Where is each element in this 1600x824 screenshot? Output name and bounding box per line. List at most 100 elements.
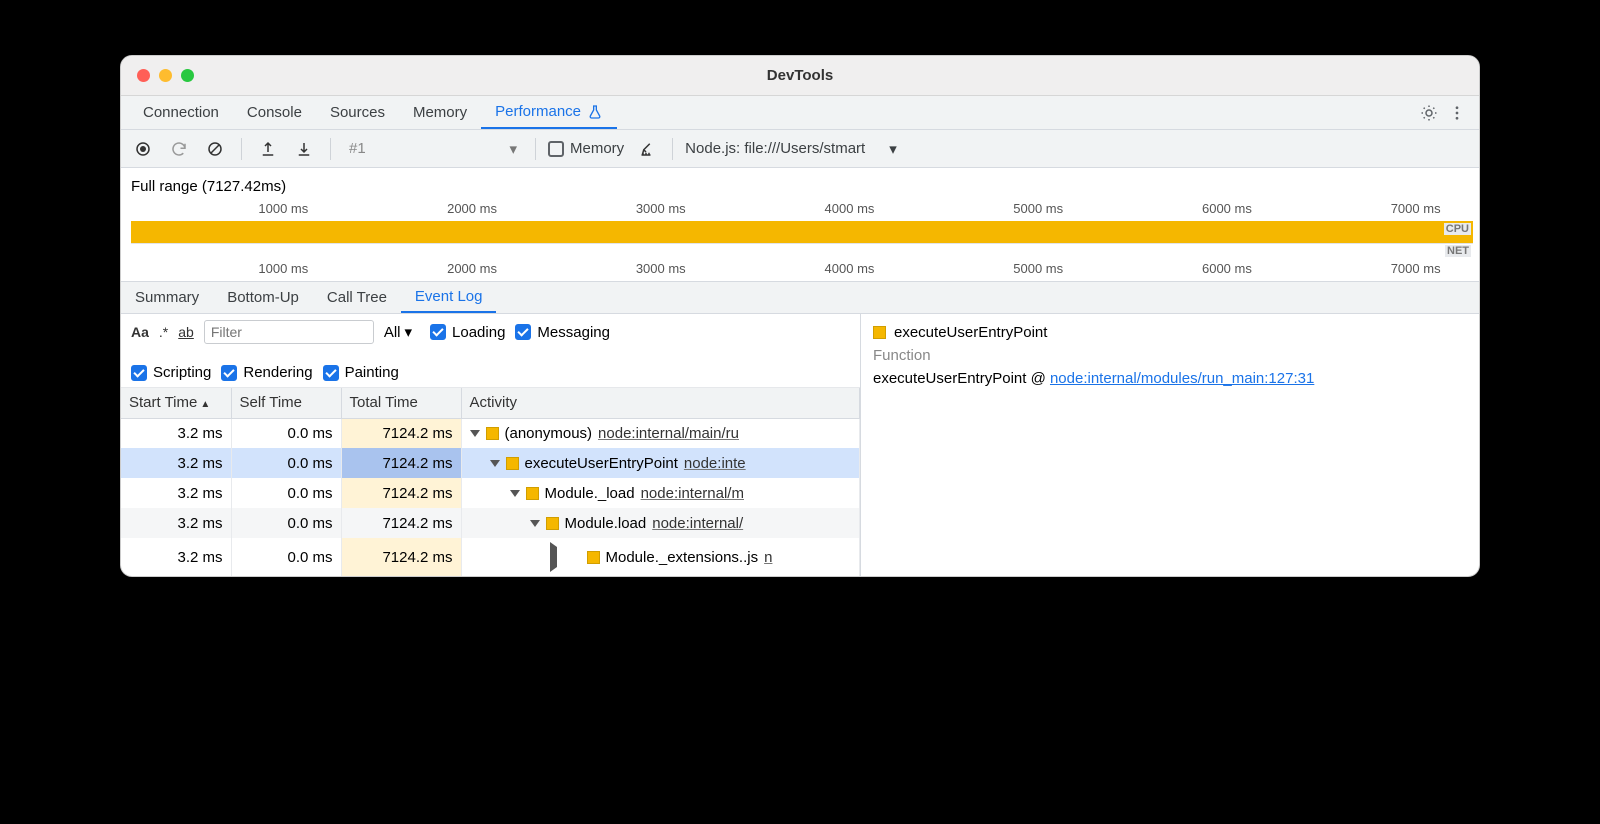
perf-toolbar: #1 ▾ Memory Node.js: file:///Users/stmar… — [121, 130, 1479, 168]
event-log-table: Start Time Self Time Total Time Activity… — [121, 388, 860, 576]
table-row[interactable]: 3.2 ms0.0 ms7124.2 msModule._load node:i… — [121, 478, 860, 508]
table-row[interactable]: 3.2 ms0.0 ms7124.2 ms(anonymous) node:in… — [121, 418, 860, 448]
reload-button[interactable] — [165, 140, 193, 158]
filter-rendering[interactable]: Rendering — [221, 364, 312, 381]
filter-label: Loading — [452, 324, 505, 341]
activity-name: (anonymous) — [505, 425, 593, 442]
tick-label: 7000 ms — [1391, 261, 1441, 276]
regex-button[interactable]: .* — [159, 324, 168, 340]
tab-performance[interactable]: Performance — [481, 96, 617, 129]
tab-memory[interactable]: Memory — [399, 96, 481, 129]
col-self-time[interactable]: Self Time — [231, 388, 341, 418]
tab-label: Bottom-Up — [227, 289, 299, 306]
col-label: Activity — [470, 394, 518, 411]
activity-source-link[interactable]: node:internal/ — [652, 515, 743, 532]
net-track[interactable]: NET — [131, 243, 1473, 261]
target-label: Node.js: file:///Users/stmart — [685, 140, 865, 157]
tab-connection[interactable]: Connection — [129, 96, 233, 129]
cpu-track[interactable]: CPU — [131, 221, 1473, 243]
tab-label: Console — [247, 104, 302, 121]
tab-label: Performance — [495, 103, 581, 120]
chevron-down-icon[interactable] — [470, 430, 480, 437]
activity-name: Module.load — [565, 515, 647, 532]
tab-label: Call Tree — [327, 289, 387, 306]
match-case-button[interactable]: Aa — [131, 324, 149, 340]
scope-select[interactable]: All ▾ — [384, 323, 420, 341]
upload-button[interactable] — [254, 140, 282, 158]
activity-source-link[interactable]: node:internal/m — [641, 485, 744, 502]
activity-source-link[interactable]: node:inte — [684, 455, 746, 472]
tab-label: Sources — [330, 104, 385, 121]
tick-label: 2000 ms — [447, 261, 497, 276]
settings-button[interactable] — [1415, 104, 1443, 122]
col-start-time[interactable]: Start Time — [121, 388, 231, 418]
whole-word-button[interactable]: ab — [178, 324, 194, 340]
tab-summary[interactable]: Summary — [121, 282, 213, 313]
timeline-overview: Full range (7127.42ms) 1000 ms 2000 ms 3… — [121, 168, 1479, 282]
memory-checkbox[interactable]: Memory — [548, 140, 624, 157]
chevron-right-icon[interactable] — [550, 542, 581, 572]
record-icon — [134, 140, 152, 158]
details-title: executeUserEntryPoint — [894, 324, 1047, 341]
table-row[interactable]: 3.2 ms0.0 ms7124.2 msexecuteUserEntryPoi… — [121, 448, 860, 478]
tick-label: 1000 ms — [258, 261, 308, 276]
category-icon — [486, 427, 499, 440]
target-select[interactable]: Node.js: file:///Users/stmart ▾ — [685, 140, 897, 158]
checkbox-icon — [430, 324, 446, 340]
tab-bottomup[interactable]: Bottom-Up — [213, 282, 313, 313]
tab-label: Summary — [135, 289, 199, 306]
table-row[interactable]: 3.2 ms0.0 ms7124.2 ms Module.load node:in… — [121, 508, 860, 538]
cell-total: 7124.2 ms — [341, 508, 461, 538]
tick-label: 3000 ms — [636, 261, 686, 276]
cell-activity: Module._extensions..js n — [461, 538, 860, 576]
tick-label: 5000 ms — [1013, 261, 1063, 276]
filter-scripting[interactable]: Scripting — [131, 364, 211, 381]
ruler-top[interactable]: 1000 ms 2000 ms 3000 ms 4000 ms 5000 ms … — [131, 201, 1479, 221]
tab-sources[interactable]: Sources — [316, 96, 399, 129]
table-row[interactable]: 3.2 ms0.0 ms7124.2 msModule._extensions.… — [121, 538, 860, 576]
cell-start: 3.2 ms — [121, 478, 231, 508]
chevron-down-icon[interactable] — [510, 490, 520, 497]
chevron-down-icon[interactable] — [530, 520, 540, 527]
filter-input[interactable] — [204, 320, 374, 344]
cell-start: 3.2 ms — [121, 538, 231, 576]
ruler-bottom[interactable]: 1000 ms 2000 ms 3000 ms 4000 ms 5000 ms … — [131, 261, 1479, 281]
cell-start: 3.2 ms — [121, 508, 231, 538]
details-pane: executeUserEntryPoint Function executeUs… — [861, 314, 1479, 576]
left-pane: Aa .* ab All ▾ Loading Messaging Scripti… — [121, 314, 861, 576]
filter-painting[interactable]: Painting — [323, 364, 399, 381]
more-button[interactable] — [1443, 104, 1471, 122]
chevron-down-icon[interactable] — [490, 460, 500, 467]
activity-source-link[interactable]: n — [764, 549, 772, 566]
activity-name: Module._extensions..js — [606, 549, 759, 566]
reload-icon — [170, 140, 188, 158]
tab-label: Event Log — [415, 288, 483, 305]
record-button[interactable] — [129, 140, 157, 158]
tick-label: 4000 ms — [825, 261, 875, 276]
split-pane: Aa .* ab All ▾ Loading Messaging Scripti… — [121, 314, 1479, 576]
source-link[interactable]: node:internal/modules/run_main:127:31 — [1050, 370, 1314, 387]
tab-eventlog[interactable]: Event Log — [401, 282, 497, 313]
col-activity[interactable]: Activity — [461, 388, 860, 418]
chevron-down-icon: ▾ — [889, 140, 897, 158]
filter-label: Painting — [345, 364, 399, 381]
filter-messaging[interactable]: Messaging — [515, 324, 610, 341]
col-total-time[interactable]: Total Time — [341, 388, 461, 418]
clear-button[interactable] — [201, 140, 229, 158]
window-title: DevTools — [121, 67, 1479, 84]
recording-select[interactable]: #1 ▾ — [343, 140, 523, 158]
download-button[interactable] — [290, 140, 318, 158]
tick-label: 7000 ms — [1391, 201, 1441, 216]
filter-loading[interactable]: Loading — [430, 324, 505, 341]
cell-self: 0.0 ms — [231, 538, 341, 576]
tick-label: 6000 ms — [1202, 201, 1252, 216]
col-label: Self Time — [240, 394, 303, 411]
activity-source-link[interactable]: node:internal/main/ru — [598, 425, 739, 442]
collect-garbage-button[interactable] — [632, 140, 660, 158]
details-source-line: executeUserEntryPoint @ node:internal/mo… — [873, 370, 1467, 387]
tab-calltree[interactable]: Call Tree — [313, 282, 401, 313]
cell-activity: Module._load node:internal/m — [461, 478, 860, 508]
cell-self: 0.0 ms — [231, 508, 341, 538]
tab-console[interactable]: Console — [233, 96, 316, 129]
titlebar: DevTools — [121, 56, 1479, 96]
